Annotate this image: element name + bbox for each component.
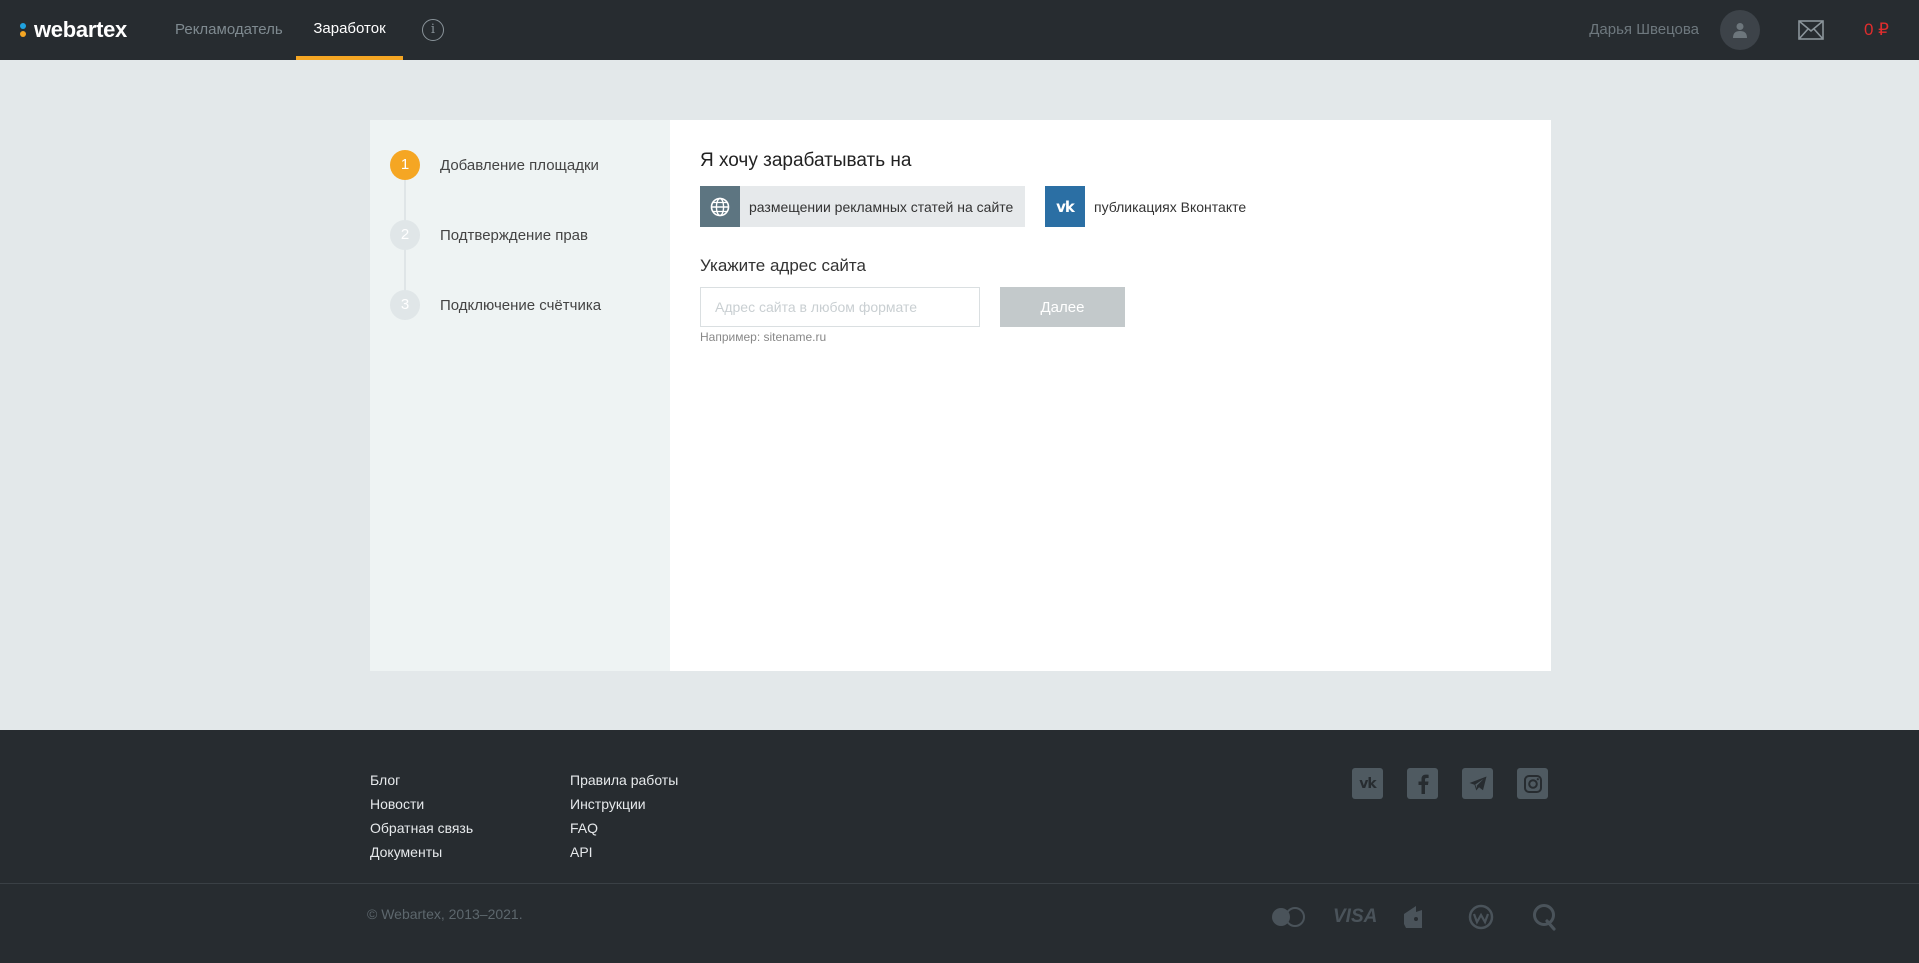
step-connector: [404, 250, 406, 290]
footer-link-faq[interactable]: FAQ: [570, 816, 678, 840]
step-number: 2: [390, 220, 420, 250]
facebook-icon[interactable]: [1407, 768, 1438, 799]
footer-link-feedback[interactable]: Обратная связь: [370, 816, 473, 840]
next-button[interactable]: Далее: [1000, 287, 1125, 327]
info-icon[interactable]: i: [422, 19, 444, 41]
step-label: Подключение счётчика: [440, 296, 602, 314]
footer-link-news[interactable]: Новости: [370, 792, 473, 816]
step-connector: [404, 180, 406, 220]
mail-icon[interactable]: [1798, 20, 1824, 40]
webmoney-icon: [1468, 903, 1494, 931]
footer-link-blog[interactable]: Блог: [370, 768, 473, 792]
visa-icon: VISA: [1333, 906, 1378, 927]
top-navbar: webartex Рекламодатель Заработок i Дарья…: [0, 0, 1919, 60]
footer-link-instructions[interactable]: Инструкции: [570, 792, 678, 816]
user-name[interactable]: Дарья Швецова: [1589, 0, 1699, 60]
steps-sidebar: 1 Добавление площадки 2 Подтверждение пр…: [370, 120, 670, 671]
yandex-money-icon: [1402, 903, 1424, 931]
logo-mark: [20, 20, 28, 40]
qiwi-icon: [1532, 903, 1558, 931]
nav-earnings[interactable]: Заработок: [296, 0, 403, 60]
footer: Блог Новости Обратная связь Документы Пр…: [0, 730, 1919, 963]
footer-links-col-1: Блог Новости Обратная связь Документы: [370, 768, 473, 864]
step-1: 1 Добавление площадки: [390, 150, 599, 180]
balance[interactable]: 0 ₽: [1864, 0, 1889, 60]
instagram-icon[interactable]: [1517, 768, 1548, 799]
telegram-icon[interactable]: [1462, 768, 1493, 799]
user-icon: [1733, 23, 1747, 38]
globe-icon: [700, 186, 740, 227]
step-label: Добавление площадки: [440, 156, 599, 174]
footer-divider: [0, 883, 1919, 884]
logo[interactable]: webartex: [20, 16, 127, 44]
site-address-input[interactable]: [700, 287, 980, 327]
earn-on-title: Я хочу зарабатывать на: [700, 150, 912, 171]
nav-advertiser[interactable]: Рекламодатель: [175, 0, 283, 60]
address-hint: Например: sitename.ru: [700, 330, 827, 344]
option-vk-posts[interactable]: vk публикациях Вконтакте: [1045, 186, 1275, 227]
footer-link-rules[interactable]: Правила работы: [570, 768, 678, 792]
vk-icon[interactable]: vk: [1352, 768, 1383, 799]
step-2: 2 Подтверждение прав: [390, 220, 588, 250]
mastercard-icon: [1270, 903, 1306, 931]
step-number: 1: [390, 150, 420, 180]
step-3: 3 Подключение счётчика: [390, 290, 601, 320]
footer-link-documents[interactable]: Документы: [370, 840, 473, 864]
logo-text: webartex: [34, 17, 127, 42]
site-address-title: Укажите адрес сайта: [700, 256, 866, 275]
copyright: © Webartex, 2013–2021.: [367, 906, 523, 922]
vk-icon: vk: [1045, 186, 1085, 227]
avatar[interactable]: [1720, 10, 1760, 50]
option-site-articles[interactable]: размещении рекламных статей на сайте: [700, 186, 1025, 227]
step-label: Подтверждение прав: [440, 226, 588, 244]
option-label: публикациях Вконтакте: [1094, 198, 1247, 215]
option-label: размещении рекламных статей на сайте: [749, 198, 1014, 215]
add-site-card: 1 Добавление площадки 2 Подтверждение пр…: [370, 120, 1551, 671]
footer-links-col-2: Правила работы Инструкции FAQ API: [570, 768, 678, 864]
step-number: 3: [390, 290, 420, 320]
footer-link-api[interactable]: API: [570, 840, 678, 864]
